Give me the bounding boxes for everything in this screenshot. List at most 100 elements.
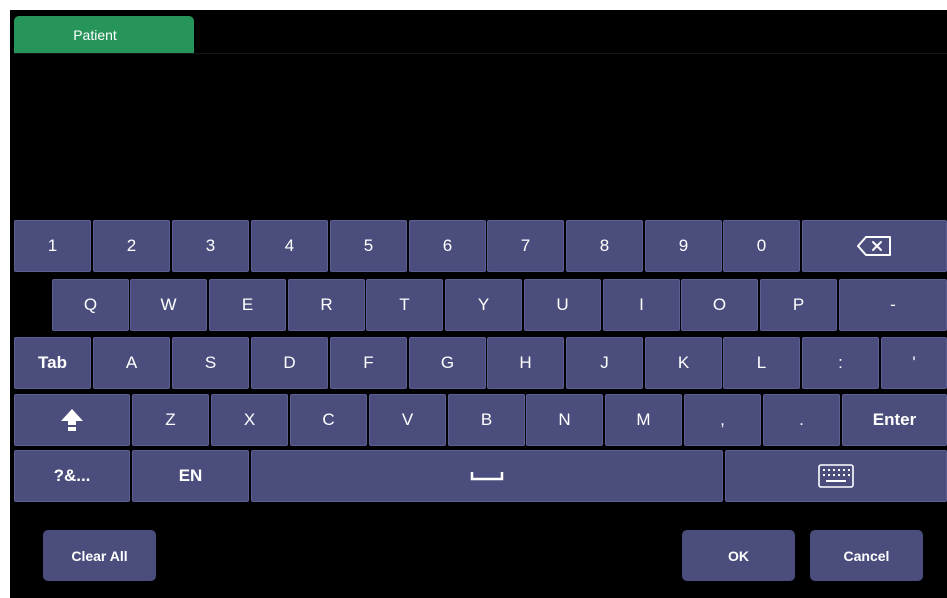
key-label: T [399, 295, 410, 314]
key-d[interactable]: D [251, 337, 328, 389]
key-label: O [712, 295, 727, 314]
key-j[interactable]: J [566, 337, 643, 389]
key-f[interactable]: F [330, 337, 407, 389]
key-label: 5 [363, 236, 374, 255]
key-label: F [363, 353, 374, 372]
key-label: J [600, 353, 609, 372]
key-period[interactable]: . [763, 394, 840, 446]
keyboard-dialog: Patient 1 2 3 4 5 6 7 8 9 0 Q W E R T Y U I O P - Tab A S D F G H J K… [10, 10, 947, 598]
key-s[interactable]: S [172, 337, 249, 389]
key-9[interactable]: 9 [645, 220, 722, 272]
enter-key[interactable]: Enter [842, 394, 947, 446]
key-o[interactable]: O [681, 279, 758, 331]
key-label: X [243, 410, 256, 429]
key-label: - [890, 295, 896, 314]
key-label: D [283, 353, 296, 372]
key-label: M [636, 410, 651, 429]
key-label: EN [178, 466, 203, 485]
key-label: ?&... [53, 466, 91, 485]
key-apostrophe[interactable]: ' [881, 337, 947, 389]
key-w[interactable]: W [130, 279, 207, 331]
key-label: 7 [520, 236, 531, 255]
key-label: L [756, 353, 767, 372]
key-label: Tab [38, 353, 67, 372]
key-label: I [639, 295, 644, 314]
key-m[interactable]: M [605, 394, 682, 446]
key-comma[interactable]: , [684, 394, 761, 446]
clear-all-button[interactable]: Clear All [43, 530, 156, 581]
space-key[interactable] [251, 450, 723, 502]
key-label: N [558, 410, 571, 429]
key-5[interactable]: 5 [330, 220, 407, 272]
key-k[interactable]: K [645, 337, 722, 389]
key-label: V [401, 410, 414, 429]
key-label: C [322, 410, 335, 429]
key-3[interactable]: 3 [172, 220, 249, 272]
key-h[interactable]: H [487, 337, 564, 389]
key-label: Enter [872, 410, 917, 429]
key-1[interactable]: 1 [14, 220, 91, 272]
key-y[interactable]: Y [445, 279, 522, 331]
tab-key[interactable]: Tab [14, 337, 91, 389]
key-label: B [480, 410, 493, 429]
key-label: 2 [126, 236, 137, 255]
key-v[interactable]: V [369, 394, 446, 446]
key-n[interactable]: N [526, 394, 603, 446]
key-label: E [241, 295, 254, 314]
key-0[interactable]: 0 [723, 220, 800, 272]
key-label: : [838, 353, 843, 372]
key-label: 3 [205, 236, 216, 255]
key-x[interactable]: X [211, 394, 288, 446]
key-label: , [720, 410, 725, 429]
key-4[interactable]: 4 [251, 220, 328, 272]
keyboard-icon [818, 464, 854, 488]
key-label: 0 [756, 236, 767, 255]
key-label: 9 [678, 236, 689, 255]
hide-keyboard-key[interactable] [725, 450, 947, 502]
shift-arrow-icon [60, 408, 84, 432]
cancel-button[interactable]: Cancel [810, 530, 923, 581]
language-key[interactable]: EN [132, 450, 249, 502]
key-q[interactable]: Q [52, 279, 129, 331]
key-label: 8 [599, 236, 610, 255]
key-b[interactable]: B [448, 394, 525, 446]
key-8[interactable]: 8 [566, 220, 643, 272]
key-label: . [799, 410, 804, 429]
key-label: R [320, 295, 333, 314]
text-input-area[interactable] [14, 54, 947, 218]
key-l[interactable]: L [723, 337, 800, 389]
tab-patient[interactable]: Patient [14, 16, 194, 53]
key-r[interactable]: R [288, 279, 365, 331]
key-hyphen[interactable]: - [839, 279, 947, 331]
key-7[interactable]: 7 [487, 220, 564, 272]
key-colon[interactable]: : [802, 337, 879, 389]
key-6[interactable]: 6 [409, 220, 486, 272]
key-t[interactable]: T [366, 279, 443, 331]
key-c[interactable]: C [290, 394, 367, 446]
key-p[interactable]: P [760, 279, 837, 331]
key-a[interactable]: A [93, 337, 170, 389]
key-label: 4 [284, 236, 295, 255]
key-z[interactable]: Z [132, 394, 209, 446]
key-label: Z [165, 410, 176, 429]
key-label: G [440, 353, 455, 372]
key-label: ' [912, 353, 916, 372]
key-label: H [519, 353, 532, 372]
key-2[interactable]: 2 [93, 220, 170, 272]
key-e[interactable]: E [209, 279, 286, 331]
key-label: 1 [47, 236, 58, 255]
key-label: S [204, 353, 217, 372]
key-g[interactable]: G [409, 337, 486, 389]
key-i[interactable]: I [603, 279, 680, 331]
key-label: U [556, 295, 569, 314]
key-label: P [792, 295, 805, 314]
symbols-key[interactable]: ?&... [14, 450, 130, 502]
key-label: W [160, 295, 177, 314]
key-u[interactable]: U [524, 279, 601, 331]
backspace-key[interactable] [802, 220, 947, 272]
shift-key[interactable] [14, 394, 130, 446]
key-label: 6 [442, 236, 453, 255]
ok-button[interactable]: OK [682, 530, 795, 581]
key-label: K [677, 353, 690, 372]
key-label: Y [477, 295, 490, 314]
